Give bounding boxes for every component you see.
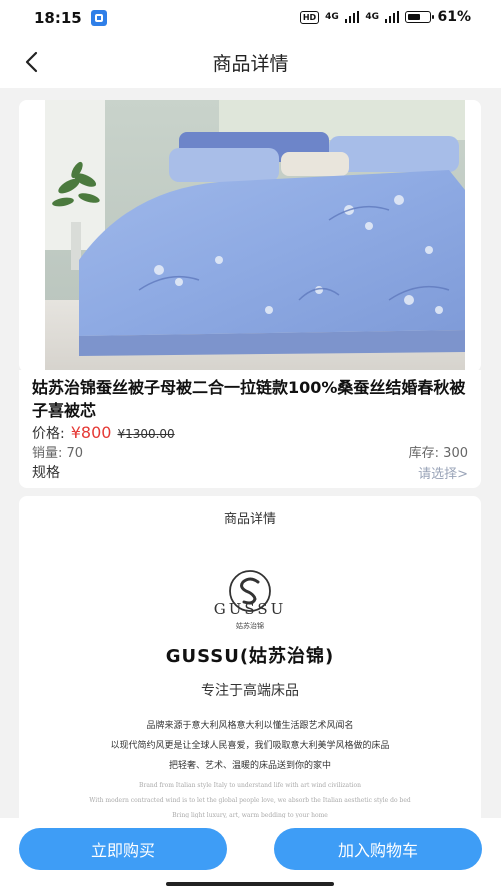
signal-icon <box>344 11 360 23</box>
price-row: 价格: ¥800 ¥1300.00 <box>32 423 175 443</box>
product-image-carousel[interactable] <box>19 100 481 372</box>
app-notification-icon <box>91 10 107 26</box>
battery-icon <box>405 11 435 23</box>
sales-count: 销量: 70 <box>32 446 84 461</box>
spec-label: 规格 <box>32 465 60 481</box>
detail-heading: 商品详情 <box>223 512 276 527</box>
logo-chinese: 姑苏治锦 <box>236 622 264 630</box>
description-line-2: 以现代简约风更是让全球人民喜爱，我们吸取意大利美学风格做的床品 <box>110 741 390 751</box>
logo-wordmark: GUSSU <box>213 600 287 618</box>
english-line-2: With modern contracted wind is to let th… <box>89 797 411 804</box>
network-type-2: 4G <box>365 12 379 22</box>
stock-count: 库存: 300 <box>408 446 468 461</box>
status-indicators: HD 4G 4G 61% <box>299 9 471 25</box>
battery-percent: 61% <box>437 9 471 25</box>
buy-now-button[interactable]: 立即购买 <box>19 828 227 870</box>
original-price: ¥1300.00 <box>117 427 175 441</box>
product-title: 姑苏治锦蚕丝被子母被二合一拉链款100%桑蚕丝结婚春秋被子喜被芯 <box>32 378 466 420</box>
signal-icon-2 <box>384 11 400 23</box>
spec-select-link[interactable]: 请选择> <box>418 463 468 482</box>
status-time: 18:15 <box>34 9 82 27</box>
nav-bar: 商品详情 <box>0 36 501 88</box>
description-line-1: 品牌来源于意大利风格意大利以懂生活跟艺术风闻名 <box>146 721 354 731</box>
status-bar: 18:15 HD 4G 4G 61% <box>0 0 501 36</box>
english-line-1: Brand from Italian style Italy to unders… <box>139 782 361 789</box>
product-detail-section: 商品详情 GUSSU 姑苏治锦 GUSSU(姑苏治锦) 专注于高端床品 品牌来源… <box>19 496 481 836</box>
current-price: ¥800 <box>70 423 112 442</box>
bedding-photo <box>19 100 481 372</box>
description-line-3: 把轻奢、艺术、温暖的床品送到你的家中 <box>168 761 331 771</box>
page-title: 商品详情 <box>212 53 289 75</box>
network-type: 4G <box>325 12 339 22</box>
hd-icon: HD <box>299 10 320 24</box>
product-info-card: 姑苏治锦蚕丝被子母被二合一拉链款100%桑蚕丝结婚春秋被子喜被芯 价格: ¥80… <box>19 370 481 488</box>
price-label: 价格: <box>32 426 65 442</box>
add-to-cart-button[interactable]: 加入购物车 <box>274 828 482 870</box>
bottom-action-bar: 立即购买 加入购物车 <box>0 818 501 895</box>
brand-slogan: 专注于高端床品 <box>201 683 299 699</box>
home-indicator[interactable] <box>166 882 334 886</box>
brand-name: GUSSU(姑苏治锦) <box>165 646 335 667</box>
